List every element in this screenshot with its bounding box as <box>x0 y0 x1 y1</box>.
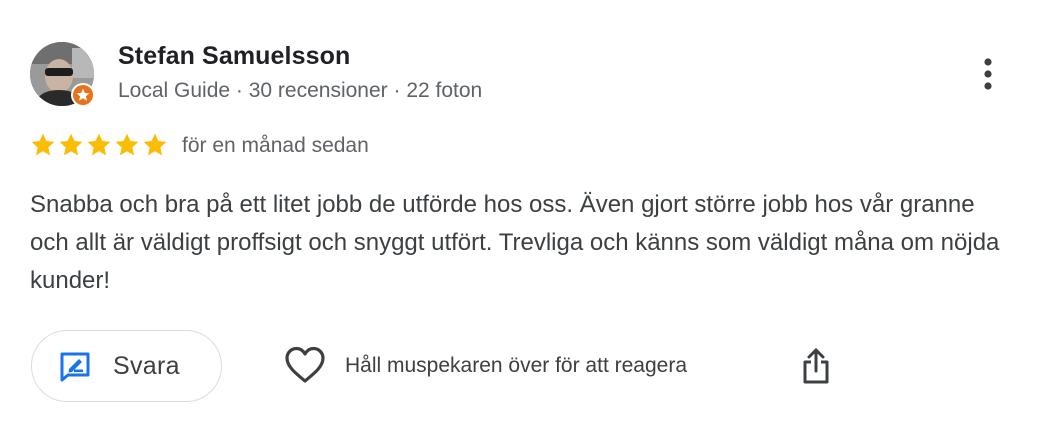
reply-label: Svara <box>113 352 180 380</box>
share-icon <box>803 348 829 384</box>
author-meta: Local Guide · 30 recensioner · 22 foton <box>118 79 483 102</box>
star-icon <box>115 133 139 156</box>
star-icon <box>59 133 83 156</box>
more-options-button[interactable] <box>968 54 1008 94</box>
review-card: Stefan Samuelsson Local Guide · 30 recen… <box>0 0 1038 426</box>
local-guide-badge-icon <box>71 83 95 107</box>
share-button[interactable] <box>796 344 836 388</box>
review-text: Snabba och bra på ett litet jobb de utfö… <box>30 191 1000 294</box>
react-hint: Håll muspekaren över för att reagera <box>345 354 687 377</box>
author-name[interactable]: Stefan Samuelsson <box>118 42 350 71</box>
star-icon <box>31 133 55 156</box>
author-avatar[interactable] <box>30 42 95 107</box>
star-icon <box>87 133 111 156</box>
heart-outline-icon <box>285 346 325 383</box>
reply-button[interactable]: Svara <box>31 330 222 402</box>
star-icon <box>143 133 167 156</box>
star-rating <box>29 131 169 159</box>
more-vertical-icon <box>984 58 992 90</box>
review-date: för en månad sedan <box>182 134 369 157</box>
react-button[interactable] <box>282 342 328 388</box>
reply-edit-icon <box>60 352 90 382</box>
